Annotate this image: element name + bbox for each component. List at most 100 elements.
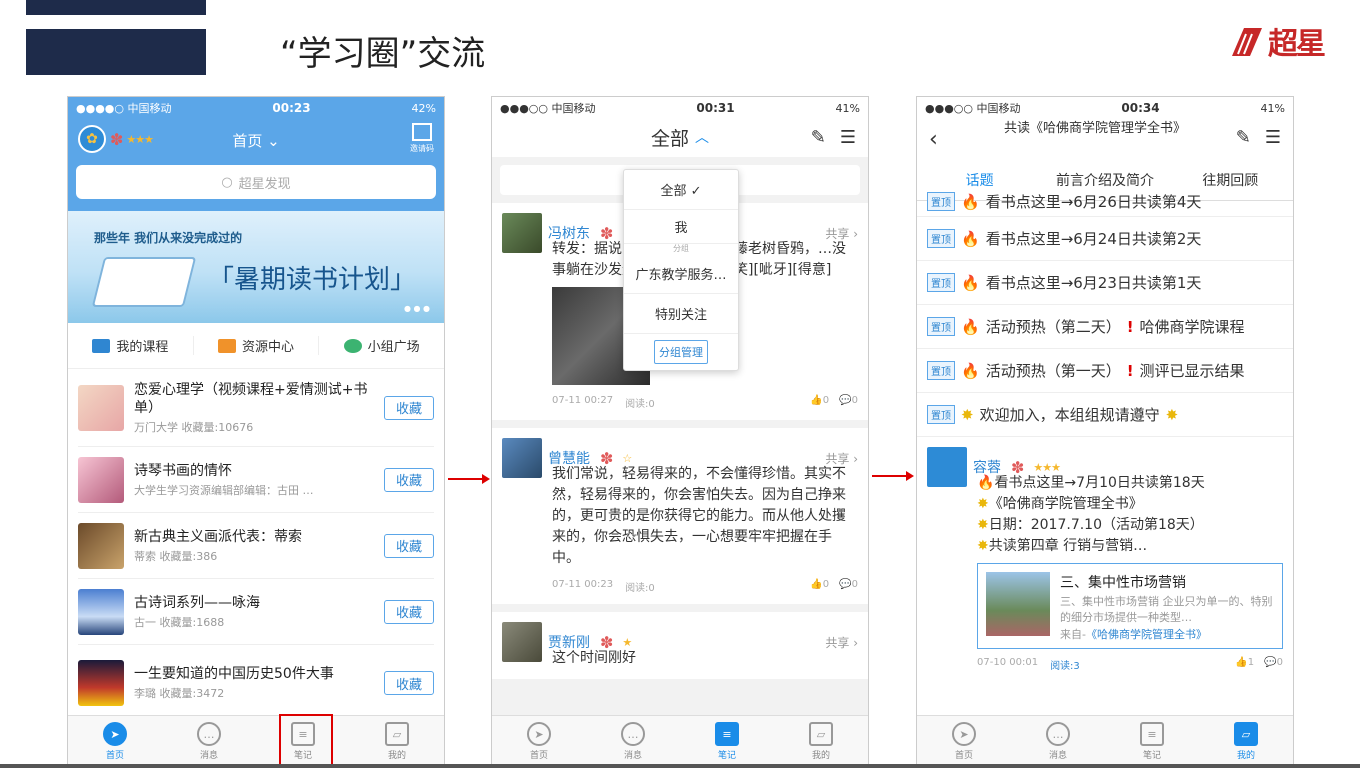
list-item[interactable]: 古诗词系列——咏海 古一 收藏量:1688 收藏 (78, 579, 434, 645)
link-description: 三、集中性市场营销 企业只为单一的、特别的细分市场提供一种类型… (1060, 595, 1273, 624)
menu-icon[interactable]: ☰ (1265, 127, 1281, 148)
compose-icon[interactable]: ✎ (811, 127, 826, 148)
note-post[interactable]: 曾慧能 ✽ ☆ 共享 › 我们常说，轻易得来的，不会懂得珍惜。其实不然，轻易得来的，你… (492, 428, 868, 604)
pin-tag: 置顶 (927, 405, 955, 424)
notes-header: ●●●○○ 中国移动 00:31 41% 全部 ︿ ✎ ☰ (492, 97, 868, 157)
tab-notes[interactable]: ≡ 笔记 (1105, 716, 1199, 767)
logo-icon (1232, 28, 1262, 56)
course-meta: 大学生学习资源编辑部编辑：古田 … (134, 483, 314, 497)
notes-filter-title[interactable]: 全部 ︿ ✎ ☰ (492, 119, 868, 155)
list-item[interactable]: 诗琴书画的情怀 大学生学习资源编辑部编辑：古田 … 收藏 (78, 447, 434, 513)
my-courses-link[interactable]: 我的课程 (68, 336, 194, 355)
like-icon[interactable]: 👍0 (810, 579, 829, 594)
sparkle-icon: ✸ (977, 538, 989, 554)
tab-label: 首页 (105, 751, 124, 761)
sparkle-icon: ✸ (977, 496, 989, 512)
note-icon: ≡ (1140, 722, 1164, 746)
book-illustration (91, 257, 197, 307)
favorite-button[interactable]: 收藏 (384, 533, 434, 558)
dropdown-item-all[interactable]: 全部 ✓ (624, 170, 738, 210)
search-icon: ○ (221, 174, 233, 190)
tab-bar: ➤ 首页 … 消息 ≡ 笔记 ▱ 我的 (917, 715, 1293, 767)
tab-bar: ➤ 首页 … 消息 ≡ 笔记 ▱ 我的 (68, 715, 444, 767)
course-thumbnail (78, 456, 124, 503)
course-meta: 古一 收藏量:1688 (134, 615, 225, 629)
chaoxing-logo: 超星 (1230, 16, 1348, 66)
share-button[interactable]: 共享 › (825, 634, 858, 651)
group-square-link[interactable]: 小组广场 (319, 336, 444, 355)
search-input[interactable]: ○ 超星发现 (76, 165, 436, 199)
like-icon[interactable]: 👍1 (1235, 657, 1254, 672)
dropdown-item-me[interactable]: 我 (624, 210, 738, 244)
avatar[interactable] (927, 447, 967, 487)
list-item[interactable]: 新古典主义画派代表：蒂索 蒂索 收藏量:386 收藏 (78, 513, 434, 579)
tab-home[interactable]: ➤ 首页 (492, 716, 586, 767)
post-text: 我们常说，轻易得来的，不会懂得珍惜。其实不然，轻易得来的，你会害怕失去。因为自己… (552, 466, 846, 566)
summer-reading-banner[interactable]: 那些年 我们从来没完成过的 「暑期读书计划」 ● ● ● (68, 211, 444, 323)
tab-messages[interactable]: … 消息 (162, 716, 256, 767)
source-name[interactable]: 《哈佛商学院管理全书》 (1086, 628, 1207, 641)
shared-link-card[interactable]: 三、集中性市场营销 三、集中性市场营销 企业只为单一的、特别的细分市场提供一种类… (977, 563, 1283, 649)
group-filter-dropdown: 全部 ✓ 我 分组 广东教学服务… 特别关注 分组管理 (623, 169, 739, 371)
course-meta: 李璐 收藏量:3472 (134, 687, 225, 700)
comment-icon[interactable]: 💬0 (839, 395, 858, 410)
dropdown-item-group[interactable]: 广东教学服务… (624, 254, 738, 294)
favorite-button[interactable]: 收藏 (384, 467, 434, 492)
tab-notes[interactable]: ≡ 笔记 (680, 716, 774, 767)
post-time: 07-10 00:01 (977, 657, 1039, 668)
battery: 41% (1260, 101, 1285, 115)
header-bar-block (26, 29, 206, 75)
exclamation-icon: ! (1126, 317, 1134, 336)
avatar[interactable] (502, 438, 542, 478)
quick-label: 小组广场 (367, 340, 420, 355)
pin-tag: 置顶 (927, 317, 955, 336)
avatar[interactable] (502, 622, 542, 662)
pinned-item[interactable]: 置顶 🔥 活动预热（第一天）! 测评已显示结果 (917, 349, 1293, 393)
compass-icon: ➤ (952, 722, 976, 746)
carousel-dots: ● ● ● (403, 304, 430, 313)
search-placeholder: 超星发现 (238, 176, 291, 192)
home-title-dropdown[interactable]: 首页 ⌄ (68, 130, 444, 151)
tab-messages[interactable]: … 消息 (1011, 716, 1105, 767)
phone-notes-screen: ●●●○○ 中国移动 00:31 41% 全部︿ ✎☰ 冯树东✽共享 › 转发：… (491, 96, 869, 768)
group-post[interactable]: 容蓉 ✽ ★★★ 🔥看书点这里→7月10日共读第18天 ✸《哈佛商学院管理全书》 ✸… (917, 437, 1293, 567)
dropdown-item-group[interactable]: 特别关注 (624, 294, 738, 334)
tab-mine[interactable]: ▱ 我的 (774, 716, 868, 767)
compose-icon[interactable]: ✎ (1236, 127, 1251, 148)
resource-center-link[interactable]: 资源中心 (194, 336, 320, 355)
like-icon[interactable]: 👍0 (810, 395, 829, 410)
chat-icon: … (621, 722, 645, 746)
star-icon: ☆ (622, 451, 632, 465)
tab-home[interactable]: ➤ 首页 (68, 716, 162, 767)
pin-tag: 置顶 (927, 229, 955, 248)
comment-icon[interactable]: 💬0 (839, 579, 858, 594)
pinned-list: 置顶 🔥 看书点这里→6月26日共读第4天 置顶 🔥 看书点这里→6月24日共读第2天 … (917, 187, 1293, 437)
avatar[interactable] (502, 213, 542, 253)
favorite-button[interactable]: 收藏 (384, 671, 434, 695)
pinned-item[interactable]: 置顶 ✸ 欢迎加入，本组组规请遵守 ✸ (917, 393, 1293, 437)
home-nav: ✿ ✽ ★★★ 首页 ⌄ 邀请码 (68, 119, 444, 159)
tab-messages[interactable]: … 消息 (586, 716, 680, 767)
like-count: 1 (1247, 657, 1255, 668)
pinned-item[interactable]: 置顶 🔥 活动预热（第二天）! 哈佛商学院课程 (917, 305, 1293, 349)
post-line: 共读第四章 行销与营销… (988, 538, 1148, 554)
pinned-item[interactable]: 置顶 🔥 看书点这里→6月24日共读第2天 (917, 217, 1293, 261)
tab-home[interactable]: ➤ 首页 (917, 716, 1011, 767)
favorite-button[interactable]: 收藏 (384, 599, 434, 624)
list-item[interactable]: 一生要知道的中国历史50件大事 李璐 收藏量:3472 收藏 (78, 645, 434, 721)
favorite-button[interactable]: 收藏 (384, 395, 434, 420)
phone-group-screen: ●●●○○ 中国移动 00:34 41% ‹ 共读《哈佛商学院管理学全书》 ✎ ☰… (916, 96, 1294, 768)
pinned-item[interactable]: 置顶 🔥 看书点这里→6月23日共读第1天 (917, 261, 1293, 305)
list-item[interactable]: 恋爱心理学（视频课程+爱情测试+书单） 万门大学 收藏量:10676 收藏 (78, 369, 434, 447)
comment-icon[interactable]: 💬0 (1264, 657, 1283, 672)
comment-count: 0 (851, 395, 858, 406)
menu-icon[interactable]: ☰ (840, 127, 856, 148)
manage-groups-button[interactable]: 分组管理 (654, 340, 708, 364)
back-icon[interactable]: ‹ (929, 127, 938, 152)
read-count: 阅读:3 (1050, 661, 1080, 672)
invite-code-button[interactable]: 邀请码 (410, 123, 434, 154)
tab-mine[interactable]: ▱ 我的 (350, 716, 444, 767)
note-post[interactable]: 贾新刚 ✽ ★ 共享 › 这个时间刚好 (492, 612, 868, 679)
clock: 00:31 (696, 101, 735, 115)
tab-mine[interactable]: ▱ 我的 (1199, 716, 1293, 767)
